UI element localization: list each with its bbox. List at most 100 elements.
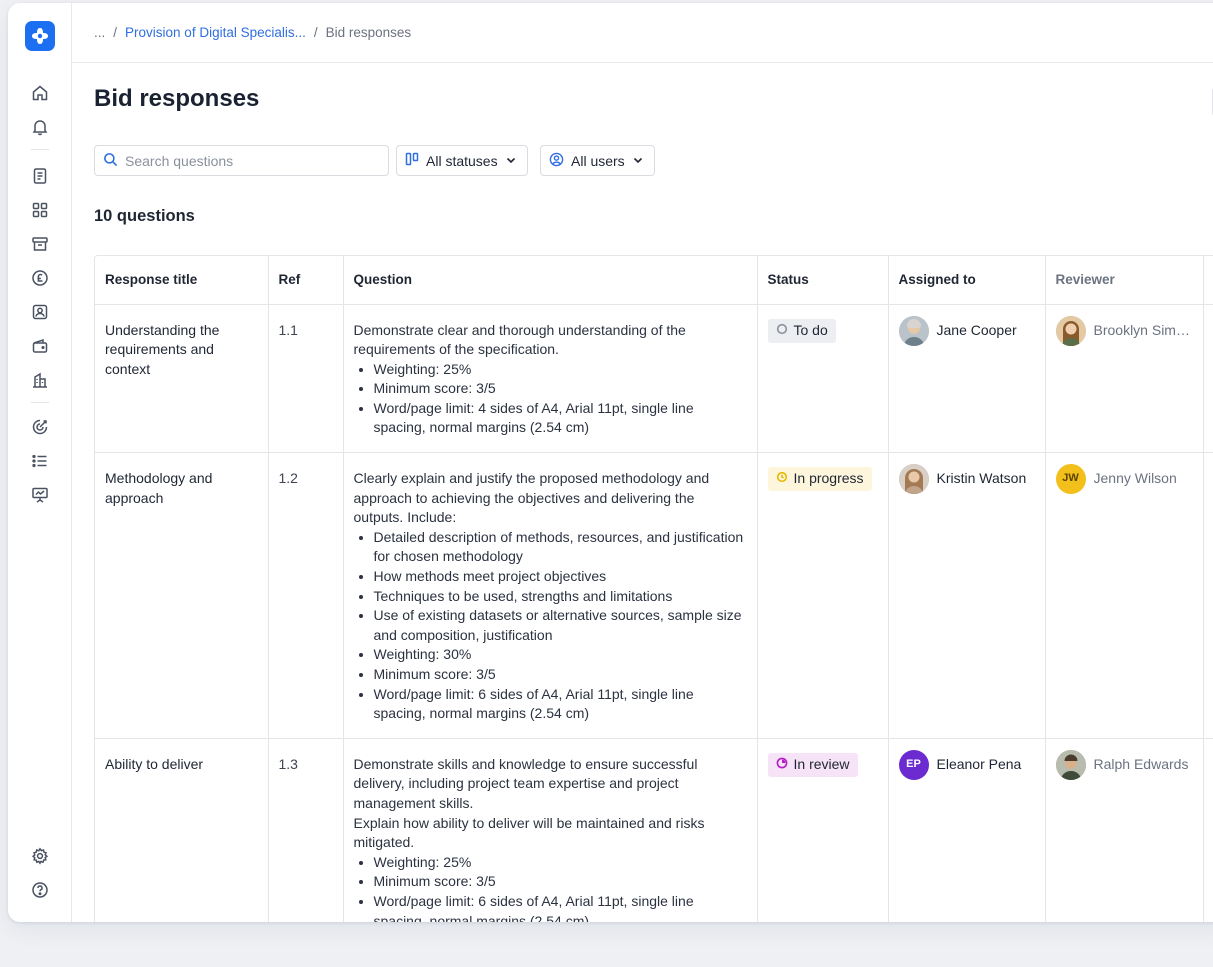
document-icon[interactable]	[28, 164, 52, 188]
assignee[interactable]: Jane Cooper	[898, 315, 1035, 346]
sidebar-divider	[31, 402, 49, 403]
archive-icon[interactable]	[28, 232, 52, 256]
grid-icon[interactable]	[28, 198, 52, 222]
list-item: Minimum score: 3/5	[374, 379, 747, 399]
avatar	[898, 464, 929, 495]
column-header-assigned-to[interactable]: Assigned to	[888, 256, 1046, 305]
reviewer-name: Brooklyn Simmons	[1093, 321, 1193, 338]
column-header-response-title[interactable]: Response title	[95, 256, 269, 305]
status-label: In progress	[793, 470, 864, 487]
question-count: 10 questions	[94, 207, 195, 225]
status-cell: To do	[757, 304, 889, 454]
circle-outline-icon	[776, 321, 788, 341]
page-title: Bid responses	[94, 85, 260, 112]
buildings-icon[interactable]	[28, 368, 52, 392]
reviewer-cell: Ralph Edwards	[1045, 738, 1204, 922]
columns-icon	[405, 152, 419, 169]
contact-icon[interactable]	[28, 300, 52, 324]
list-item: Weighting: 25%	[374, 853, 747, 873]
status-filter-label: All statuses	[426, 152, 498, 169]
breadcrumb-parent-link[interactable]: Provision of Digital Specialis...	[125, 25, 306, 40]
search-input[interactable]	[125, 152, 388, 169]
response-title-cell[interactable]: Understanding the requirements and conte…	[95, 304, 269, 454]
question-bullets: Weighting: 25% Minimum score: 3/5 Word/p…	[354, 360, 747, 438]
app-logo[interactable]	[25, 21, 55, 51]
list-item: Word/page limit: 6 sides of A4, Arial 11…	[374, 685, 747, 724]
list-item: Techniques to be used, strengths and lim…	[374, 587, 747, 607]
question-text: Demonstrate clear and thorough understan…	[353, 321, 686, 358]
table-header-row: Response title Ref Question Status Assig…	[95, 256, 1213, 305]
search-field[interactable]	[94, 145, 389, 176]
sidebar	[8, 3, 72, 922]
status-badge[interactable]: To do	[767, 318, 836, 343]
review-icon	[776, 755, 788, 775]
table-row[interactable]: Understanding the requirements and conte…	[95, 304, 1213, 454]
ref-cell: 1.1	[268, 304, 344, 454]
status-label: To do	[793, 321, 828, 338]
search-icon	[103, 152, 118, 170]
list-icon[interactable]	[28, 449, 52, 473]
status-cell: In progress	[757, 452, 889, 739]
reviewer[interactable]: JW Jenny Wilson	[1055, 464, 1193, 495]
extra-cell	[1203, 738, 1213, 922]
sidebar-divider	[31, 149, 49, 150]
question-text: Explain how ability to deliver will be m…	[353, 814, 705, 851]
column-header-ref[interactable]: Ref	[268, 256, 344, 305]
column-header-extra	[1203, 256, 1213, 305]
avatar: EP	[898, 749, 929, 780]
status-badge[interactable]: In progress	[767, 467, 872, 492]
list-item: How methods meet project objectives	[374, 567, 747, 587]
reviewer[interactable]: Brooklyn Simmons	[1055, 315, 1193, 346]
list-item: Word/page limit: 6 sides of A4, Arial 11…	[374, 892, 747, 922]
list-item: Detailed description of methods, resourc…	[374, 528, 747, 567]
column-header-question[interactable]: Question	[343, 256, 758, 305]
reviewer[interactable]: Ralph Edwards	[1055, 749, 1193, 780]
response-title-cell[interactable]: Ability to deliver	[95, 738, 269, 922]
column-header-status[interactable]: Status	[757, 256, 889, 305]
column-header-reviewer[interactable]: Reviewer	[1045, 256, 1204, 305]
breadcrumb-separator: /	[313, 25, 318, 40]
assignee-cell: Jane Cooper	[888, 304, 1046, 454]
list-item: Minimum score: 3/5	[374, 665, 747, 685]
table-row[interactable]: Methodology and approach 1.2 Clearly exp…	[95, 452, 1213, 739]
assignee-name: Eleanor Pena	[936, 755, 1022, 772]
status-filter-dropdown[interactable]: All statuses	[396, 145, 528, 176]
assignee[interactable]: Kristin Watson	[898, 464, 1035, 495]
status-badge[interactable]: In review	[767, 752, 858, 777]
extra-cell	[1203, 304, 1213, 454]
reviewer-cell: JW Jenny Wilson	[1045, 452, 1204, 739]
settings-icon[interactable]	[28, 844, 52, 868]
ref-cell: 1.2	[268, 452, 344, 739]
question-text: Clearly explain and justify the proposed…	[353, 470, 710, 526]
response-title-cell[interactable]: Methodology and approach	[95, 452, 269, 739]
question-cell: Clearly explain and justify the proposed…	[343, 452, 758, 739]
chevron-down-icon	[632, 153, 644, 169]
assignee-cell: EP Eleanor Pena	[888, 738, 1046, 922]
list-item: Word/page limit: 4 sides of A4, Arial 11…	[374, 399, 747, 438]
assignee[interactable]: EP Eleanor Pena	[898, 749, 1035, 780]
question-cell: Demonstrate clear and thorough understan…	[343, 304, 758, 454]
clock-icon	[776, 469, 788, 489]
bell-icon[interactable]	[28, 115, 52, 139]
avatar	[1055, 315, 1086, 346]
users-filter-dropdown[interactable]: All users	[540, 145, 655, 176]
avatar	[898, 315, 929, 346]
question-cell: Demonstrate skills and knowledge to ensu…	[343, 738, 758, 922]
avatar	[1055, 749, 1086, 780]
question-text: Demonstrate skills and knowledge to ensu…	[353, 755, 698, 811]
target-icon[interactable]	[28, 415, 52, 439]
main-content: ... / Provision of Digital Specialis... …	[72, 3, 1213, 922]
app-window: ... / Provision of Digital Specialis... …	[8, 3, 1213, 922]
breadcrumb-ellipsis[interactable]: ...	[94, 25, 105, 40]
pound-icon[interactable]	[28, 266, 52, 290]
help-icon[interactable]	[28, 878, 52, 902]
status-cell: In review	[757, 738, 889, 922]
wallet-icon[interactable]	[28, 334, 52, 358]
ref-cell: 1.3	[268, 738, 344, 922]
extra-cell	[1203, 452, 1213, 739]
presentation-icon[interactable]	[28, 483, 52, 507]
table-row[interactable]: Ability to deliver 1.3 Demonstrate skill…	[95, 738, 1213, 922]
breadcrumb-current: Bid responses	[325, 25, 412, 40]
list-item: Weighting: 25%	[374, 360, 747, 380]
home-icon[interactable]	[28, 81, 52, 105]
